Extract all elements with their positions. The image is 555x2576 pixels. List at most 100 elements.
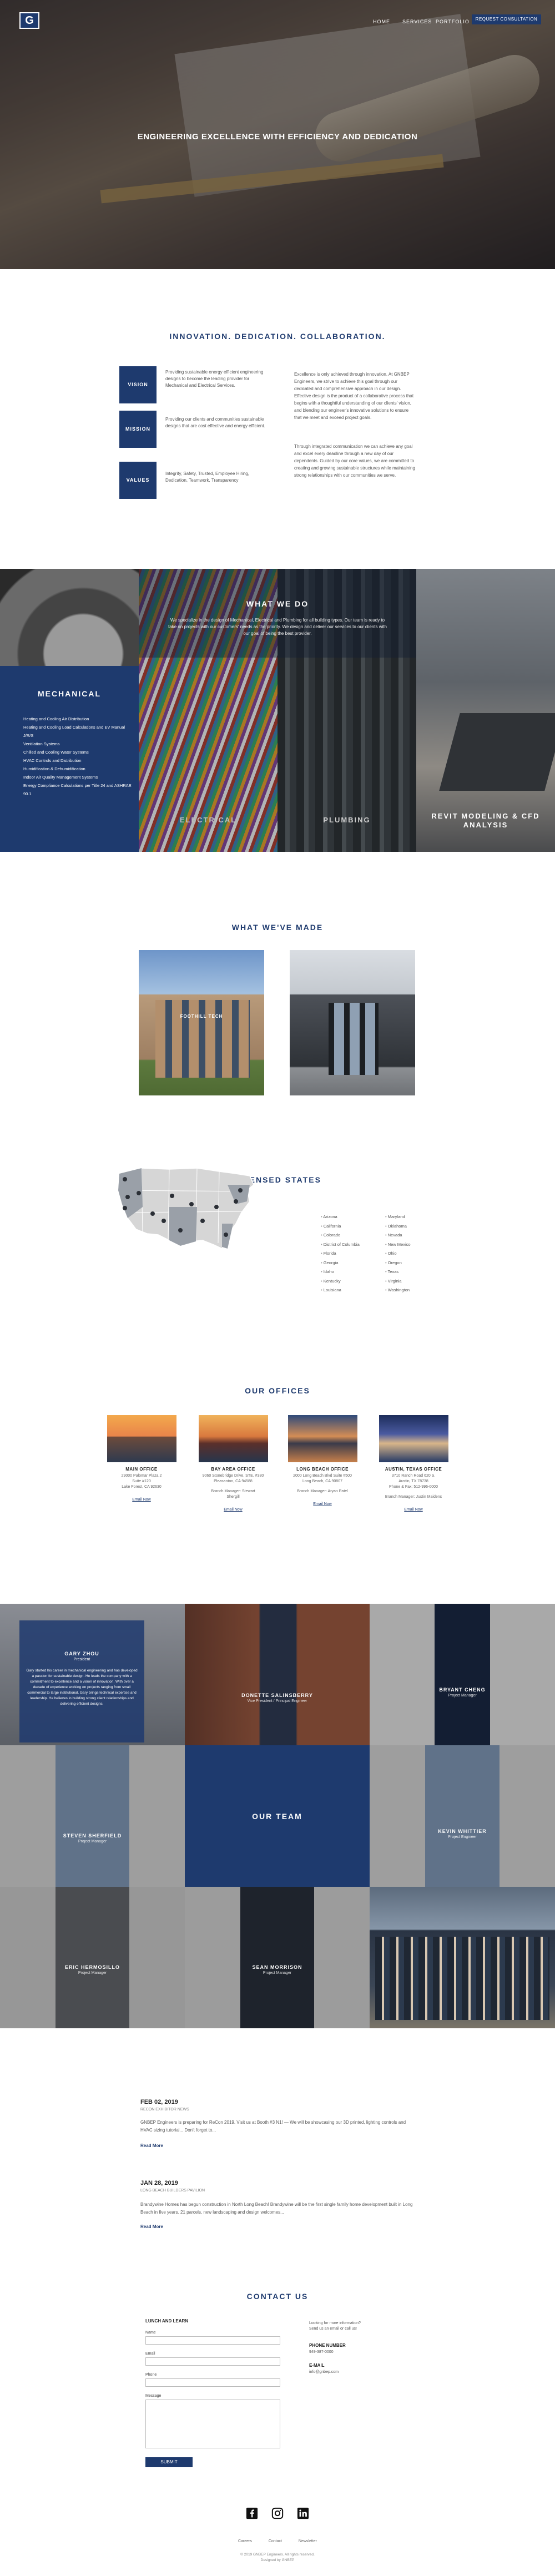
mechanical-item: Heating and Cooling Load Calculations an… (23, 725, 125, 738)
state-item: Colorado (321, 1231, 360, 1240)
team-caption: ERIC HERMOSILLO Project Manager (0, 1964, 185, 1975)
nav-portfolio[interactable]: PORTFOLIO (436, 19, 470, 24)
office-email-link[interactable]: Email Now (105, 1498, 178, 1502)
team-photo-overlay (370, 1745, 555, 1887)
projects-heading: WHAT WE'VE MADE (231, 923, 324, 932)
team-photo-overlay (0, 1887, 185, 2028)
team-member-name: KEVIN WHITTIER (438, 1829, 487, 1834)
team-member-role: Project Manager (263, 1971, 292, 1975)
team-card[interactable]: STEVEN SHERFIELD Project Manager (0, 1745, 185, 1887)
footer-links: Careers Contact Newsletter (0, 2539, 555, 2543)
email-field[interactable] (145, 2357, 280, 2366)
team-caption: SEAN MORRISON Project Manager (185, 1964, 370, 1975)
states-list-1: Arizona California Colorado District of … (321, 1213, 360, 1295)
mechanical-item: Indoor Air Quality Management Systems (23, 775, 98, 780)
instagram-icon[interactable] (271, 2507, 284, 2519)
team-card[interactable]: BRYANT CHENG Project Manager (370, 1604, 555, 1745)
what-we-do-overlay (139, 569, 416, 658)
email-address[interactable]: info@gnbep.com (309, 2370, 339, 2375)
submit-button[interactable]: SUBMIT (145, 2457, 193, 2467)
email-heading: E-MAIL (309, 2363, 325, 2368)
team-card[interactable]: KEVIN WHITTIER Project Engineer (370, 1745, 555, 1887)
mission-text: Providing our clients and communities su… (165, 417, 265, 428)
news-body: GNBEP Engineers is preparing for ReCon 2… (140, 2120, 406, 2133)
state-item: New Mexico (385, 1240, 411, 1250)
states-heading: LICENSED STATES (234, 1175, 321, 1184)
team-caption: KEVIN WHITTIER Project Engineer (370, 1829, 555, 1839)
copyright: © 2019 GNBEP Engineers. All rights reser… (240, 2553, 315, 2557)
building-entrance (329, 1003, 379, 1075)
project-card-2[interactable] (290, 950, 415, 1095)
team-card[interactable]: SEAN MORRISON Project Manager (185, 1887, 370, 2028)
office-address: 3710 Ranch Road 620 S. Austin, TX 78738 Ph… (389, 1474, 438, 1489)
team-member-name: ERIC HERMOSILLO (64, 1964, 120, 1970)
nav-services[interactable]: SERVICES (402, 19, 432, 24)
intro-paragraph-1: Excellence is only achieved through inno… (294, 372, 414, 420)
read-more-link[interactable]: Read More (140, 2224, 163, 2229)
team-intro-caption: GARY ZHOU President Gary started his car… (19, 1651, 144, 1707)
office-email-link[interactable]: Email Now (377, 1508, 450, 1512)
team-card[interactable]: DONETTE SALINSBERRY Vice President / Pri… (185, 1604, 370, 1745)
team-photo-overlay (185, 1887, 370, 2028)
office-address: 9060 Stonebridge Drive, STE. #330 Pleasan… (202, 1474, 264, 1483)
us-map (118, 1168, 254, 1250)
team-caption: STEVEN SHERFIELD Project Manager (0, 1833, 185, 1843)
facebook-icon[interactable] (246, 2507, 258, 2519)
message-field[interactable] (145, 2400, 280, 2448)
footer-link-newsletter[interactable]: Newsletter (299, 2539, 317, 2543)
office-contact: Branch Manager: Justin Maidens (385, 1495, 442, 1499)
office-name: MAIN OFFICE (125, 1467, 158, 1472)
state-item: Oregon (385, 1259, 411, 1268)
office-bay-area-photo (198, 1415, 268, 1462)
laptop-shape (439, 713, 555, 791)
state-item: Florida (321, 1249, 360, 1259)
state-item: Louisiana (321, 1286, 360, 1295)
team-card[interactable]: ERIC HERMOSILLO Project Manager (0, 1887, 185, 2028)
company-logo[interactable]: G (19, 12, 39, 29)
nav-home[interactable]: HOME (373, 19, 390, 24)
office-contact: Branch Manager: Aryan Patel (297, 1489, 348, 1493)
office-name: AUSTIN, TEXAS OFFICE (385, 1467, 442, 1472)
phone-label: Phone (145, 2373, 157, 2377)
news-date: JAN 28, 2019 (140, 2180, 178, 2186)
read-more-link[interactable]: Read More (140, 2143, 163, 2148)
footer-link-careers[interactable]: Careers (238, 2539, 252, 2543)
request-consultation-button[interactable]: REQUEST CONSULTATION (472, 14, 541, 24)
contact-intro: Looking for more information? Send us an … (309, 2321, 361, 2331)
state-item: Virginia (385, 1277, 411, 1286)
credit: Designed by GNBEP (260, 2558, 295, 2562)
name-field[interactable] (145, 2336, 280, 2345)
mechanical-item: Heating and Cooling Air Distribution (23, 716, 89, 721)
phone-field[interactable] (145, 2378, 280, 2387)
state-item: Texas (385, 1267, 411, 1277)
team-member-role: Project Manager (448, 1694, 477, 1698)
news-date: FEB 02, 2019 (140, 2099, 178, 2105)
mechanical-list: Heating and Cooling Air Distribution Hea… (23, 715, 134, 798)
state-item: Arizona (321, 1213, 360, 1222)
linkedin-icon[interactable] (297, 2507, 309, 2519)
what-we-do-text: We specialize in the design of Mechanica… (168, 618, 387, 636)
phone-number[interactable]: 949-387-0000 (309, 2350, 334, 2355)
contact-heading: CONTACT US (246, 2292, 309, 2301)
state-item: Oklahoma (385, 1222, 411, 1231)
team-group-photo (370, 1887, 555, 2028)
office-name: BAY AREA OFFICE (211, 1467, 255, 1472)
team-caption: BRYANT CHENG Project Manager (370, 1687, 555, 1698)
state-item: Georgia (321, 1259, 360, 1268)
team-member-role: Project Engineer (448, 1835, 477, 1839)
state-item: Idaho (321, 1267, 360, 1277)
revit-tile[interactable]: REVIT MODELING & CFD ANALYSIS (416, 569, 555, 852)
team-card-intro[interactable]: GARY ZHOU President Gary started his car… (0, 1604, 185, 1745)
footer-link-contact[interactable]: Contact (269, 2539, 282, 2543)
office-long-beach-photo (287, 1415, 357, 1462)
team-member-role: Vice President / Principal Engineer (247, 1699, 307, 1703)
state-item: Nevada (385, 1231, 411, 1240)
office-name: LONG BEACH OFFICE (296, 1467, 349, 1472)
project-card-1[interactable]: FOOTHILL TECH (139, 950, 264, 1095)
office-email-link[interactable]: Email Now (286, 1502, 359, 1506)
project-caption: FOOTHILL TECH (180, 1014, 223, 1019)
team-member-role: Project Manager (78, 1840, 107, 1843)
phone-heading: PHONE NUMBER (309, 2343, 346, 2348)
office-email-link[interactable]: Email Now (197, 1508, 269, 1512)
state-item: California (321, 1222, 360, 1231)
